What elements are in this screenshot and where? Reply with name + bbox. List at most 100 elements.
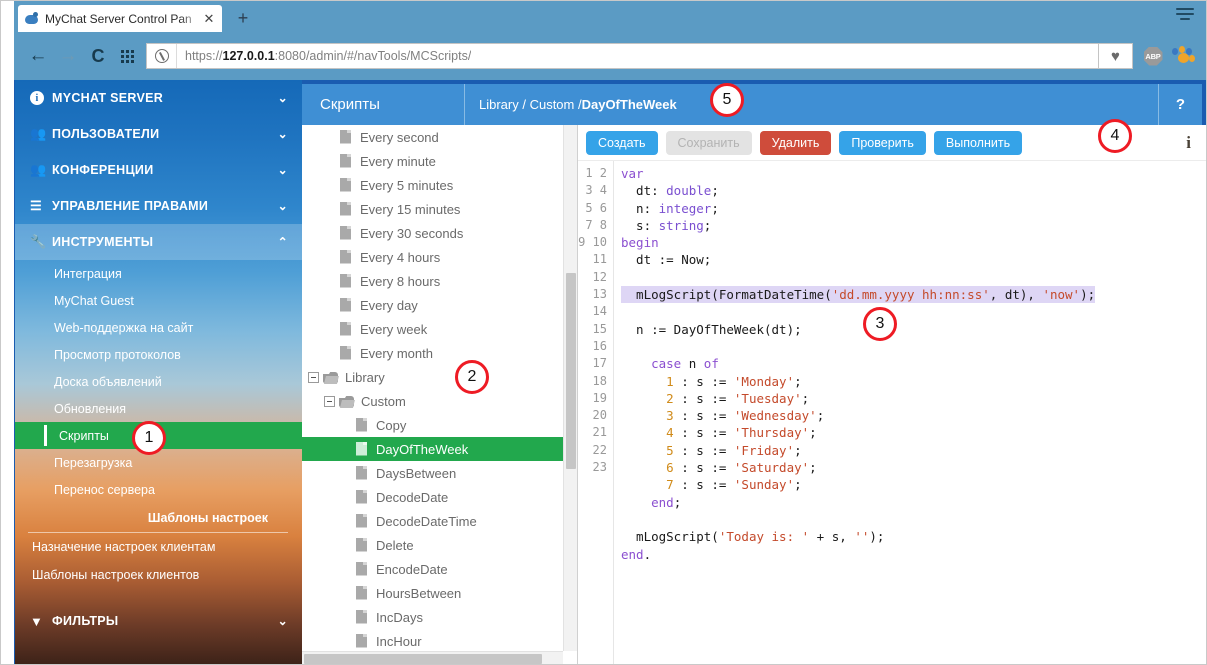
browser-navbar: ← → C https://127.0.0.1:8080/admin/#/nav… [14, 32, 1207, 80]
editor-button-2[interactable]: Удалить [760, 131, 832, 155]
tree-item[interactable]: Every 15 minutes [302, 197, 563, 221]
sidebar-template-item-label: Шаблоны настроек клиентов [32, 568, 199, 582]
tree-item[interactable]: IncDays [302, 605, 563, 629]
tree-item[interactable]: Every week [302, 317, 563, 341]
help-button[interactable]: ? [1158, 84, 1202, 125]
tree-item[interactable]: Every month [302, 341, 563, 365]
tree-item[interactable]: HoursBetween [302, 581, 563, 605]
breadcrumb-path[interactable]: Library / Custom / [479, 97, 582, 112]
tree-item[interactable]: EncodeDate [302, 557, 563, 581]
sidebar-top-group: iMYCHAT SERVER⌄👥ПОЛЬЗОВАТЕЛИ⌄👥КОНФЕРЕНЦИ… [14, 80, 302, 260]
tree-item[interactable]: Every 4 hours [302, 245, 563, 269]
tree-item[interactable]: Custom [302, 389, 563, 413]
tree-vertical-scroll-thumb[interactable] [566, 273, 576, 469]
file-icon [356, 418, 369, 433]
annotation-marker-5: 5 [710, 83, 744, 117]
editor-button-4[interactable]: Выполнить [934, 131, 1022, 155]
tree-collapse-toggle[interactable] [324, 396, 335, 407]
sidebar-template-item-0[interactable]: Назначение настроек клиентам [14, 533, 302, 561]
chevron-down-icon: ⌄ [272, 91, 288, 105]
breadcrumb: Library / Custom / DayOfTheWeek [465, 84, 1158, 125]
sidebar-subitem-2[interactable]: Web-поддержка на сайт [14, 314, 302, 341]
tree-item-label: Every day [360, 298, 418, 313]
tree-item[interactable]: DecodeDate [302, 485, 563, 509]
tree-item[interactable]: Every 5 minutes [302, 173, 563, 197]
sidebar-item-label: ПОЛЬЗОВАТЕЛИ [52, 127, 272, 141]
paw-icon[interactable] [1169, 45, 1197, 67]
tree-item[interactable]: Copy [302, 413, 563, 437]
editor-button-3[interactable]: Проверить [839, 131, 926, 155]
back-button[interactable]: ← [24, 42, 52, 70]
sidebar-subitem-8[interactable]: Перенос сервера [14, 476, 302, 503]
sidebar-template-item-1[interactable]: Шаблоны настроек клиентов [14, 561, 302, 589]
tree-horizontal-scrollbar[interactable] [302, 651, 563, 665]
tree-item-label: Custom [361, 394, 406, 409]
reload-button[interactable]: C [84, 42, 112, 70]
tree-item[interactable]: Every minute [302, 149, 563, 173]
code-editor[interactable]: 1 2 3 4 5 6 7 8 9 10 11 12 13 14 15 16 1… [578, 161, 1207, 665]
tree-item[interactable]: Delete [302, 533, 563, 557]
sidebar-item-1[interactable]: 👥ПОЛЬЗОВАТЕЛИ⌄ [14, 116, 302, 152]
file-icon [356, 514, 369, 529]
tree-vertical-scrollbar[interactable] [563, 125, 577, 651]
sidebar-subitem-label: Обновления [54, 402, 126, 416]
chevron-up-icon: ⌃ [272, 235, 288, 249]
forward-button[interactable]: → [54, 42, 82, 70]
sidebar-item-label: ФИЛЬТРЫ [52, 614, 272, 628]
tree-item[interactable]: Every 30 seconds [302, 221, 563, 245]
file-icon [356, 490, 369, 505]
tree-item-selected[interactable]: DayOfTheWeek [302, 437, 563, 461]
url-bar[interactable]: https://127.0.0.1:8080/admin/#/navTools/… [146, 43, 1099, 69]
info-icon[interactable]: i [1182, 133, 1197, 153]
sidebar-item-4[interactable]: 🔧ИНСТРУМЕНТЫ⌃ [14, 224, 302, 260]
tree-item[interactable]: Library [302, 365, 563, 389]
sidebar-item-label: ИНСТРУМЕНТЫ [52, 235, 272, 249]
file-icon [340, 154, 353, 169]
sidebar-item-3[interactable]: ☰УПРАВЛЕНИЕ ПРАВАМИ⌄ [14, 188, 302, 224]
sidebar-item-0[interactable]: iMYCHAT SERVER⌄ [14, 80, 302, 116]
code-content[interactable]: var dt: double; n: integer; s: string; b… [614, 161, 1207, 665]
file-icon [356, 442, 369, 457]
tree-item[interactable]: Every day [302, 293, 563, 317]
file-icon [340, 202, 353, 217]
adblock-icon[interactable]: ABP [1139, 47, 1167, 66]
sidebar-template-item-label: Назначение настроек клиентам [32, 540, 215, 554]
tree-item-label: Every 5 minutes [360, 178, 453, 193]
editor-button-0[interactable]: Создать [586, 131, 658, 155]
site-info-icon[interactable] [147, 44, 177, 68]
tree-collapse-toggle[interactable] [308, 372, 319, 383]
sidebar-subitem-3[interactable]: Просмотр протоколов [14, 341, 302, 368]
heart-icon[interactable]: ♥ [1099, 43, 1133, 69]
apps-grid-icon[interactable] [114, 42, 140, 70]
sidebar-item-label: УПРАВЛЕНИЕ ПРАВАМИ [52, 199, 272, 213]
tree-item[interactable]: Every 8 hours [302, 269, 563, 293]
sidebar-subitem-5[interactable]: Обновления [14, 395, 302, 422]
tree-item[interactable]: DecodeDateTime [302, 509, 563, 533]
tree-item[interactable]: Every second [302, 125, 563, 149]
tree-item[interactable]: IncHour [302, 629, 563, 651]
sidebar-subitem-0[interactable]: Интеграция [14, 260, 302, 287]
tree-item-label: Copy [376, 418, 406, 433]
wrench-icon: 🔧 [30, 234, 52, 250]
file-icon [340, 274, 353, 289]
sidebar-subitem-7[interactable]: Перезагрузка [14, 449, 302, 476]
sidebar-item-2[interactable]: 👥КОНФЕРЕНЦИИ⌄ [14, 152, 302, 188]
annotation-marker-3: 3 [863, 307, 897, 341]
page-title: Скрипты [302, 84, 465, 125]
folder-icon [339, 395, 355, 407]
sidebar-subitem-label: Перенос сервера [54, 483, 155, 497]
browser-menu-icon[interactable] [1176, 8, 1194, 24]
tree-item-label: DecodeDate [376, 490, 448, 505]
sidebar-item-label: КОНФЕРЕНЦИИ [52, 163, 272, 177]
browser-tab[interactable]: MyChat Server Control Pan ✕ [18, 5, 222, 32]
annotation-marker-1: 1 [132, 421, 166, 455]
new-tab-button[interactable]: + [232, 7, 254, 29]
tree-horizontal-scroll-thumb[interactable] [304, 654, 542, 664]
file-icon [356, 634, 369, 649]
tree-item[interactable]: DaysBetween [302, 461, 563, 485]
close-icon[interactable]: ✕ [202, 12, 216, 25]
tree-item-label: HoursBetween [376, 586, 461, 601]
sidebar-subitem-4[interactable]: Доска объявлений [14, 368, 302, 395]
sidebar-subitem-1[interactable]: MyChat Guest [14, 287, 302, 314]
sidebar-item-filters[interactable]: ▼ ФИЛЬТРЫ ⌄ [14, 603, 302, 639]
